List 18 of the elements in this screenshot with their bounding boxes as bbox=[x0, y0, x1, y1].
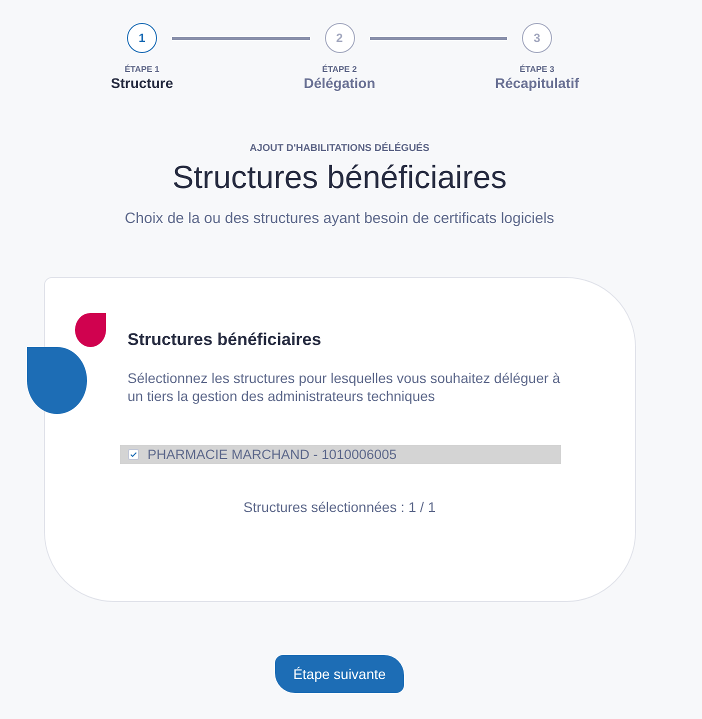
next-step-button[interactable]: Étape suivante bbox=[275, 655, 404, 693]
step-number[interactable]: 3 bbox=[522, 23, 552, 53]
card-description: Sélectionnez les structures pour lesquelles vous souhaitez déléguer à un tiers la gestion des administrateurs techniques bbox=[128, 369, 562, 405]
step-number[interactable]: 1 bbox=[127, 23, 157, 53]
page-subtitle: Choix de la ou des structures ayant besoin de certificats logiciels bbox=[124, 210, 554, 228]
step-number[interactable]: 2 bbox=[324, 23, 354, 53]
structure-option[interactable]: PHARMACIE MARCHAND - 1010006005 bbox=[120, 445, 560, 464]
step-caption: ÉTAPE 3 bbox=[520, 64, 554, 75]
step-caption: ÉTAPE 1 bbox=[124, 64, 160, 75]
card-title: Structures bénéficiaires bbox=[128, 330, 322, 350]
step-caption: ÉTAPE 2 bbox=[322, 64, 357, 75]
step-label: Récapitulatif bbox=[494, 75, 579, 92]
step-label: Structure bbox=[110, 75, 174, 92]
checkbox[interactable] bbox=[128, 449, 138, 460]
page-title: Structures bénéficiaires bbox=[172, 158, 507, 196]
step-label: Délégation bbox=[304, 75, 376, 92]
selection-count: Structures sélectionnées : 1 / 1 bbox=[243, 499, 436, 516]
page-eyebrow: AJOUT D'HABILITATIONS DÉLÉGUÉS bbox=[250, 143, 430, 155]
